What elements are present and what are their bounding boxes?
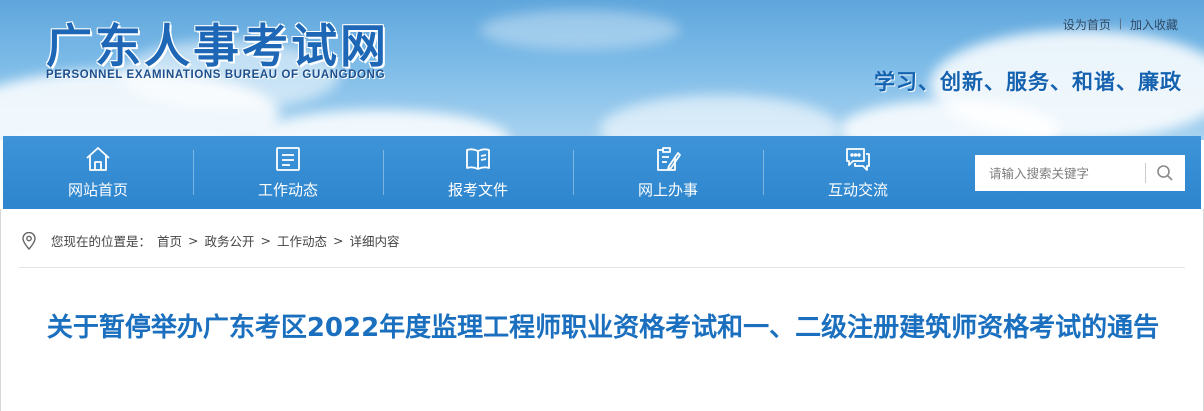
cloud-decoration (600, 95, 840, 140)
nav-item-online-services[interactable]: 网上办事 (573, 136, 763, 209)
main-nav: 网站首页 工作动态 报考文件 网上办事 互动交流 请输入搜索关键字 (3, 136, 1201, 209)
site-slogan: 学习、创新、服务、和谐、廉政 (874, 70, 1182, 94)
location-pin-icon (22, 231, 36, 250)
article-container: 您现在的位置是： 首页 > 政务公开 > 工作动态 > 详细内容 关于暂停举办广… (0, 209, 1204, 411)
nav-label: 网站首页 (67, 181, 128, 199)
breadcrumb-divider (19, 267, 1185, 268)
breadcrumb-item-gov-affairs[interactable]: 政务公开 (205, 231, 255, 250)
site-logo-title[interactable]: 广东人事考试网 (46, 10, 389, 76)
search-input[interactable] (975, 155, 1145, 191)
search-button[interactable] (1146, 155, 1184, 191)
book-icon (466, 148, 490, 170)
breadcrumb-item-work-news[interactable]: 工作动态 (277, 231, 327, 250)
breadcrumb: 您现在的位置是： 首页 > 政务公开 > 工作动态 > 详细内容 (21, 231, 400, 250)
article-title: 关于暂停举办广东考区2022年度监理工程师职业资格考试和一、二级注册建筑师资格考… (46, 313, 1160, 343)
set-homepage-link[interactable]: 设为首页 (1063, 16, 1111, 33)
breadcrumb-separator: > (333, 233, 344, 248)
nav-item-work-news[interactable]: 工作动态 (193, 136, 383, 209)
breadcrumb-separator: > (260, 233, 272, 248)
site-logo-subtitle: PERSONNEL EXAMINATIONS BUREAU OF GUANGDO… (46, 69, 386, 81)
news-icon (276, 147, 300, 171)
breadcrumb-item-detail: 详细内容 (349, 234, 400, 249)
breadcrumb-item-home[interactable]: 首页 (157, 231, 182, 250)
form-edit-icon (657, 147, 681, 171)
site-header: 广东人事考试网 PERSONNEL EXAMINATIONS BUREAU OF… (0, 0, 1204, 140)
nav-item-interaction[interactable]: 互动交流 (763, 136, 953, 209)
nav-item-home[interactable]: 网站首页 (3, 136, 193, 209)
top-links: 设为首页 | 加入收藏 (1063, 16, 1178, 33)
search-icon (1157, 165, 1173, 181)
nav-label: 报考文件 (447, 181, 508, 199)
home-icon (86, 147, 110, 171)
nav-label: 工作动态 (257, 181, 318, 199)
search-box (975, 155, 1185, 191)
nav-label: 网上办事 (637, 181, 698, 199)
breadcrumb-separator: > (188, 233, 199, 248)
chat-icon (846, 148, 870, 171)
top-links-separator: | (1118, 16, 1122, 30)
nav-item-exam-docs[interactable]: 报考文件 (383, 136, 573, 209)
add-bookmark-link[interactable]: 加入收藏 (1130, 16, 1178, 33)
nav-label: 互动交流 (827, 181, 888, 199)
breadcrumb-prefix: 您现在的位置是： (51, 234, 152, 249)
cloud-decoration (480, 10, 680, 50)
